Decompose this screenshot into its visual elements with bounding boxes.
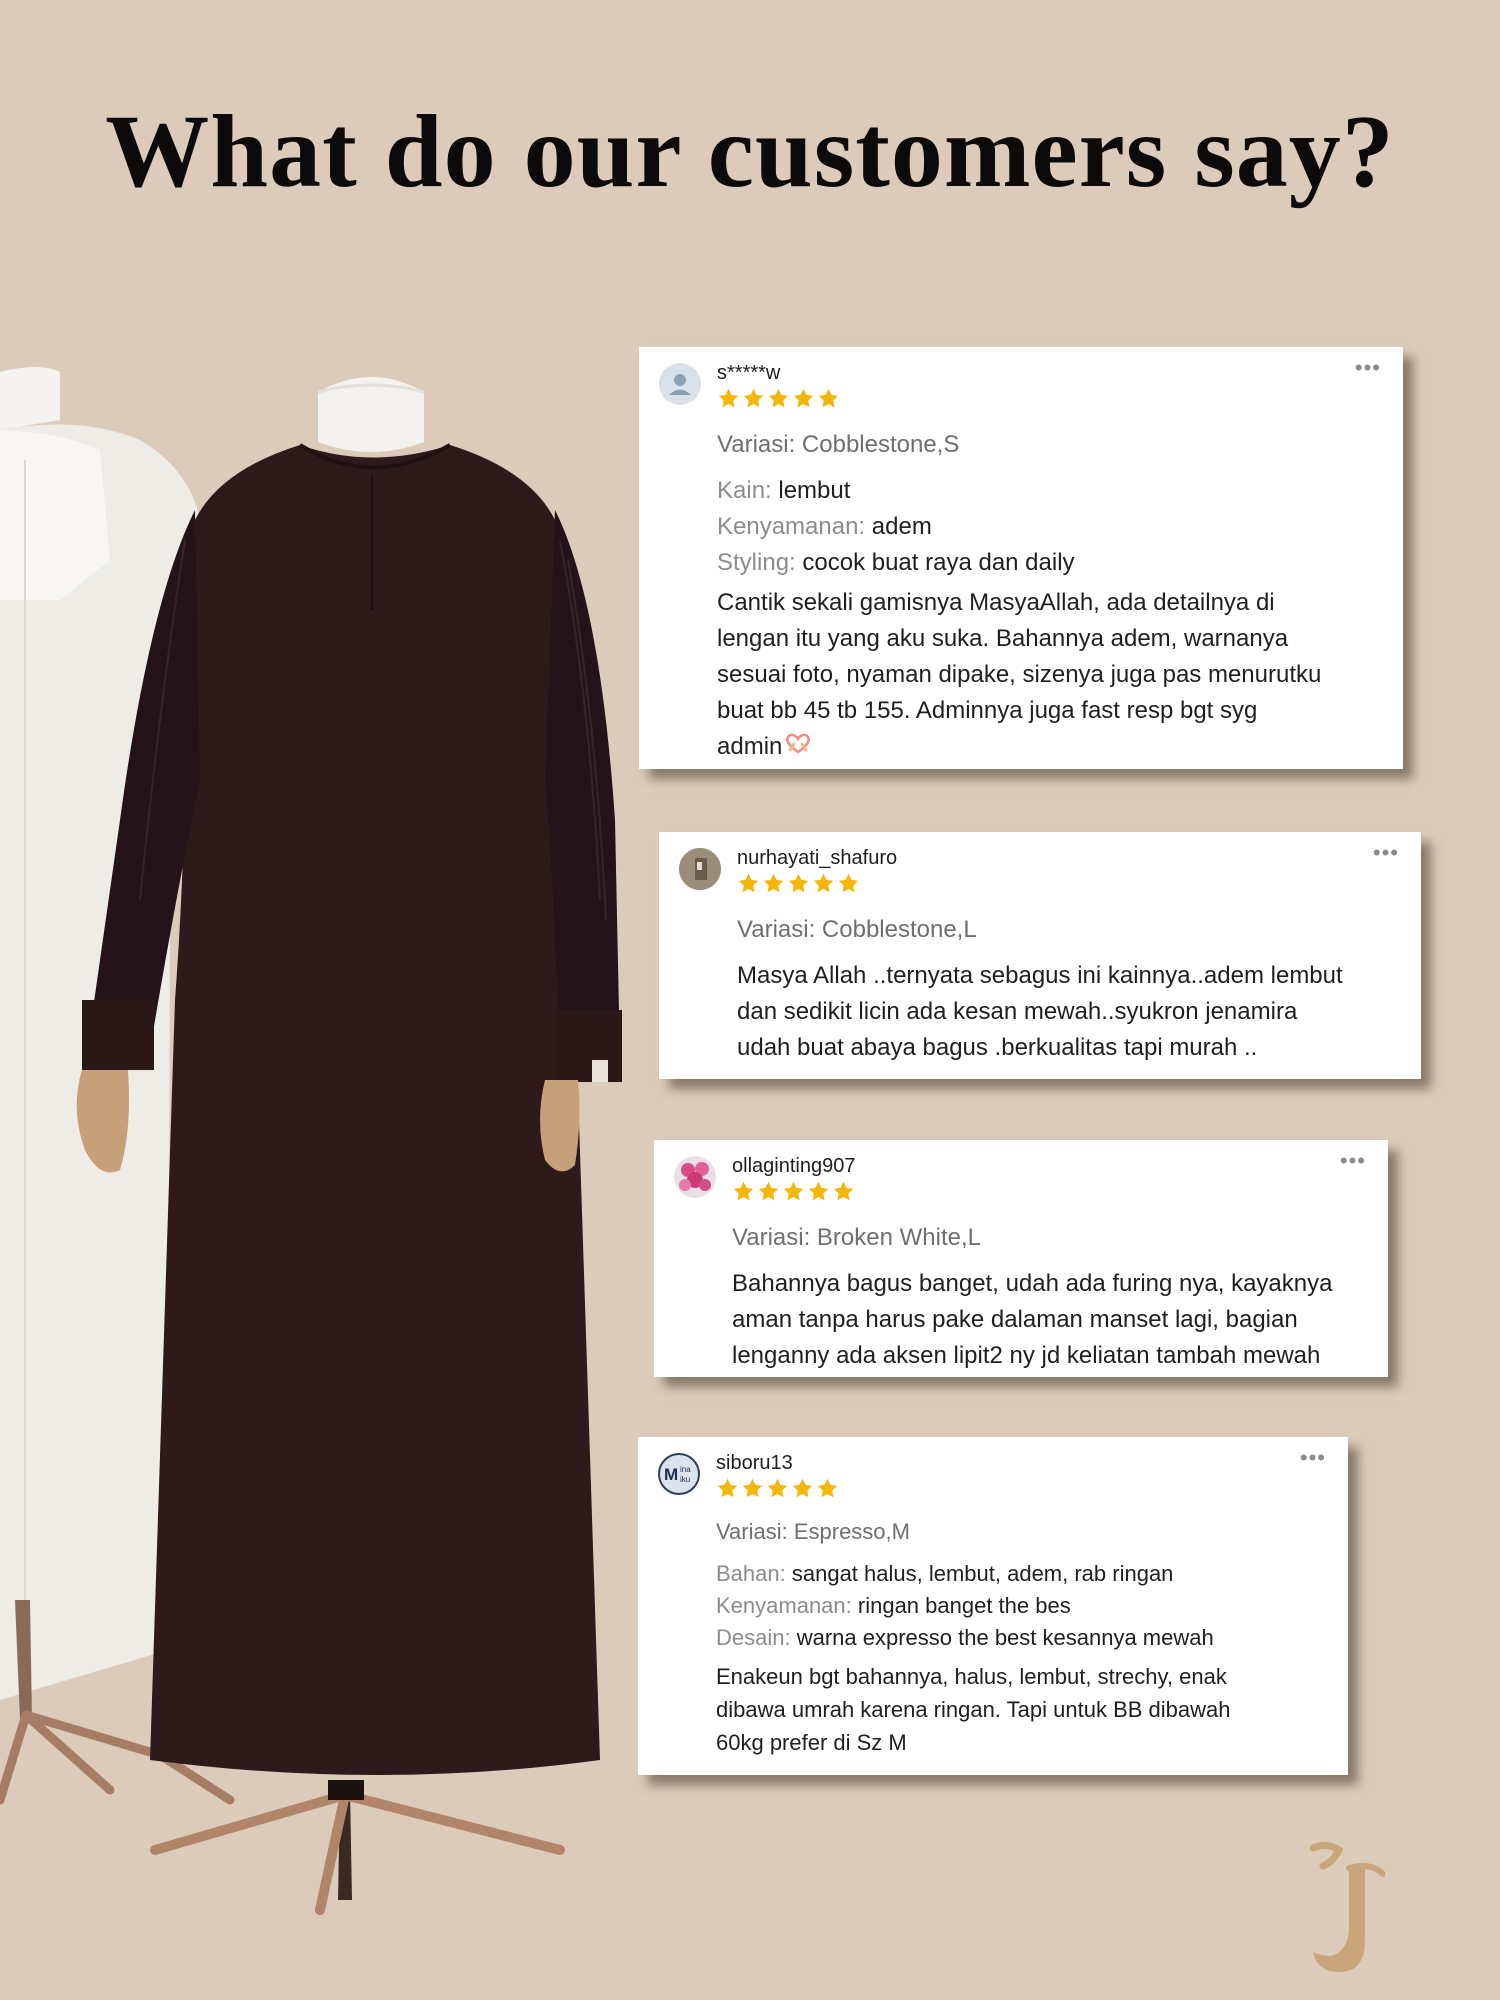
svg-text:ina: ina bbox=[680, 1465, 691, 1474]
review-text: Masya Allah ..ternyata sebagus ini kainn… bbox=[737, 958, 1403, 1066]
review-card: ollaginting907 ••• Variasi: Broken White… bbox=[654, 1140, 1388, 1377]
review-body: Variasi: Cobblestone,S Kain: lembut Keny… bbox=[717, 427, 1385, 765]
more-options-icon[interactable]: ••• bbox=[1300, 1445, 1326, 1471]
svg-text:M: M bbox=[664, 1465, 678, 1484]
review-line: lenganny ada aksen lipit2 ny jd keliatan… bbox=[732, 1342, 1321, 1369]
review-line: aman tanpa harus pake dalaman manset lag… bbox=[732, 1306, 1298, 1333]
attribute-row: Kain: lembut bbox=[717, 473, 1385, 509]
star-icon bbox=[788, 873, 809, 893]
star-icon bbox=[783, 1181, 804, 1201]
review-line-last: admin bbox=[717, 729, 1385, 765]
review-card: s*****w ••• Variasi: Cobblestone,S Kain:… bbox=[639, 347, 1403, 769]
svg-text:iku: iku bbox=[680, 1475, 690, 1484]
review-username[interactable]: nurhayati_shafuro bbox=[737, 847, 897, 870]
attribute-value: cocok buat raya dan daily bbox=[802, 549, 1075, 576]
review-body: Variasi: Espresso,M Bahan: sangat halus,… bbox=[716, 1515, 1330, 1759]
review-body: Variasi: Cobblestone,L Masya Allah ..ter… bbox=[737, 912, 1403, 1066]
star-icon bbox=[833, 1181, 854, 1201]
review-card: nurhayati_shafuro ••• Variasi: Cobblesto… bbox=[659, 832, 1421, 1079]
brand-logo-icon bbox=[1309, 1841, 1385, 1972]
star-rating bbox=[737, 872, 860, 895]
star-icon bbox=[818, 388, 839, 408]
review-username[interactable]: siboru13 bbox=[716, 1452, 793, 1475]
attribute-value: ringan banget the bes bbox=[857, 1593, 1071, 1618]
review-username[interactable]: ollaginting907 bbox=[732, 1155, 855, 1178]
attribute-key: Styling: bbox=[717, 549, 796, 576]
review-line: buat bb 45 tb 155. Adminnya juga fast re… bbox=[717, 697, 1258, 724]
attribute-key: Kenyamanan: bbox=[716, 1593, 852, 1618]
star-icon bbox=[742, 1478, 763, 1498]
review-text: Cantik sekali gamisnya MasyaAllah, ada d… bbox=[717, 585, 1385, 765]
star-icon bbox=[718, 388, 739, 408]
review-line: udah buat abaya bagus .berkualitas tapi … bbox=[737, 1034, 1258, 1061]
review-line: admin bbox=[717, 733, 783, 760]
star-icon bbox=[767, 1478, 788, 1498]
star-icon bbox=[738, 873, 759, 893]
flower-avatar-icon[interactable] bbox=[674, 1156, 716, 1198]
star-icon bbox=[743, 388, 764, 408]
review-line: Masya Allah ..ternyata sebagus ini kainn… bbox=[737, 962, 1343, 989]
attribute-value: lembut bbox=[778, 477, 851, 504]
star-icon bbox=[793, 388, 814, 408]
review-line: Cantik sekali gamisnya MasyaAllah, ada d… bbox=[717, 589, 1275, 616]
mina-miku-avatar-icon[interactable]: M ina iku bbox=[658, 1453, 700, 1495]
review-body: Variasi: Broken White,L Bahannya bagus b… bbox=[732, 1220, 1378, 1374]
variant-label: Variasi: Cobblestone,S bbox=[717, 431, 960, 458]
photo-avatar-icon[interactable] bbox=[679, 848, 721, 890]
star-icon bbox=[717, 1478, 738, 1498]
attribute-key: Desain: bbox=[716, 1625, 791, 1650]
star-rating bbox=[716, 1477, 839, 1500]
review-text: Bahannya bagus banget, udah ada furing n… bbox=[732, 1266, 1378, 1374]
attribute-value: sangat halus, lembut, adem, rab ringan bbox=[791, 1561, 1174, 1586]
default-user-icon[interactable] bbox=[659, 363, 701, 405]
attribute-row: Desain: warna expresso the best kesannya… bbox=[716, 1622, 1330, 1654]
star-rating bbox=[732, 1180, 855, 1203]
attribute-value: warna expresso the best kesannya mewah bbox=[796, 1625, 1214, 1650]
star-icon bbox=[808, 1181, 829, 1201]
attribute-key: Kenyamanan: bbox=[717, 513, 866, 540]
star-icon bbox=[733, 1181, 754, 1201]
star-icon bbox=[813, 873, 834, 893]
attribute-row: Bahan: sangat halus, lembut, adem, rab r… bbox=[716, 1558, 1330, 1590]
attribute-row: Styling: cocok buat raya dan daily bbox=[717, 545, 1385, 581]
review-username[interactable]: s*****w bbox=[717, 362, 780, 385]
attribute-row: Kenyamanan: ringan banget the bes bbox=[716, 1590, 1330, 1622]
product-photo bbox=[0, 367, 622, 1915]
more-options-icon[interactable]: ••• bbox=[1355, 355, 1381, 381]
review-line: lengan itu yang aku suka. Bahannya adem,… bbox=[717, 625, 1289, 652]
attribute-value: adem bbox=[871, 513, 932, 540]
review-line: Enakeun bgt bahannya, halus, lembut, str… bbox=[716, 1664, 1227, 1689]
more-options-icon[interactable]: ••• bbox=[1373, 840, 1399, 866]
star-icon bbox=[792, 1478, 813, 1498]
star-icon bbox=[763, 873, 784, 893]
review-line: dan sedikit licin ada kesan mewah..syukr… bbox=[737, 998, 1298, 1025]
review-line: sesuai foto, nyaman dipake, sizenya juga… bbox=[717, 661, 1322, 688]
review-line: dibawa umrah karena ringan. Tapi untuk B… bbox=[716, 1697, 1231, 1722]
star-icon bbox=[768, 388, 789, 408]
star-icon bbox=[758, 1181, 779, 1201]
variant-label: Variasi: Espresso,M bbox=[716, 1519, 910, 1544]
star-icon bbox=[817, 1478, 838, 1498]
more-options-icon[interactable]: ••• bbox=[1340, 1148, 1366, 1174]
variant-label: Variasi: Broken White,L bbox=[732, 1224, 981, 1251]
review-line: Bahannya bagus banget, udah ada furing n… bbox=[732, 1270, 1333, 1297]
variant-label: Variasi: Cobblestone,L bbox=[737, 916, 977, 943]
heart-hands-icon bbox=[786, 733, 811, 754]
star-icon bbox=[838, 873, 859, 893]
star-rating bbox=[717, 387, 840, 410]
review-line: 60kg prefer di Sz M bbox=[716, 1730, 907, 1755]
attribute-row: Kenyamanan: adem bbox=[717, 509, 1385, 545]
attribute-key: Kain: bbox=[717, 477, 772, 504]
attribute-key: Bahan: bbox=[716, 1561, 786, 1586]
review-text: Enakeun bgt bahannya, halus, lembut, str… bbox=[716, 1660, 1330, 1759]
review-card: M ina iku siboru13 ••• Variasi: Espresso… bbox=[638, 1437, 1348, 1775]
